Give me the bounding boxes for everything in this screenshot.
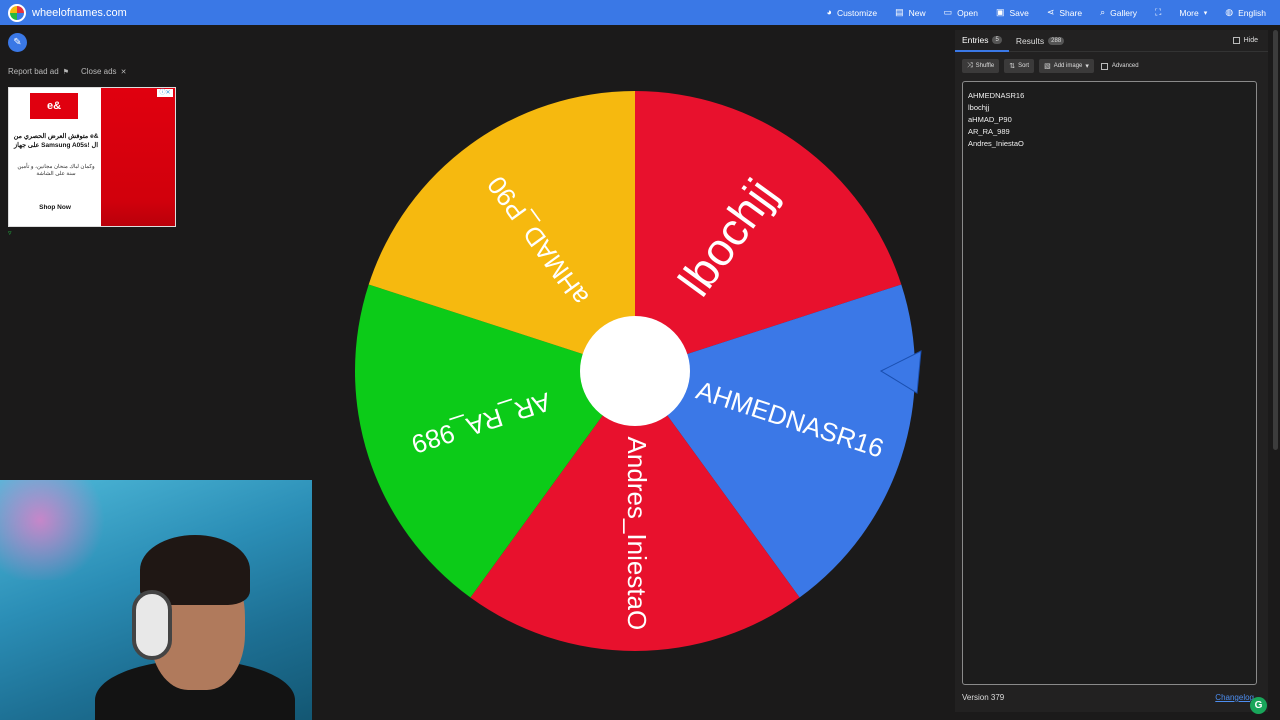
site-name: wheelofnames.com — [32, 6, 127, 19]
wheel[interactable]: lbochjj AHMEDNASR16 Andres_IniestaO AR_RA_9… — [355, 90, 925, 660]
palette-icon: ◕ — [826, 7, 832, 17]
nav-fullscreen[interactable]: ⛶ — [1155, 8, 1161, 17]
tab-entries[interactable]: Entries 5 — [955, 30, 1009, 52]
ad-banner[interactable]: e& متوفش العرض الحصري من e& على جهاز Sam… — [8, 87, 176, 227]
pencil-icon: ✎ — [13, 37, 22, 48]
changelog-link[interactable]: Changelog — [1215, 693, 1254, 702]
ad-shop-now-button[interactable]: Shop Now — [9, 204, 101, 211]
top-bar: wheelofnames.com ◕ Customize ▤ New ▭ Open ▣… — [0, 0, 1280, 25]
nav-save[interactable]: ▣ Save — [996, 8, 1029, 18]
entry-line: lbochjj — [968, 103, 990, 112]
advanced-toggle[interactable]: Advanced — [1100, 62, 1139, 70]
webcam-overlay — [0, 480, 312, 720]
flag-icon: ⚑ — [62, 69, 69, 76]
fullscreen-icon: ⛶ — [1155, 7, 1162, 17]
page-scrollbar[interactable] — [1273, 30, 1278, 450]
shuffle-button[interactable]: ⤨ Shuffle — [962, 59, 1000, 73]
sort-button[interactable]: ⇅ Sort — [1004, 59, 1035, 73]
top-nav: ◕ Customize ▤ New ▭ Open ▣ Save ⋖ Share ⌕ Gall… — [827, 0, 1267, 25]
entry-line: aHMAD_P90 — [968, 115, 1012, 124]
nav-language[interactable]: ◍ English — [1225, 8, 1266, 18]
ad-logo: e& — [30, 93, 78, 119]
version-label: Version 379 — [962, 693, 1005, 702]
wheel-hub[interactable] — [580, 316, 690, 426]
panel-tabs: Entries 5 Results 288 — [955, 30, 1268, 52]
nav-gallery[interactable]: ⌕ Gallery — [1100, 8, 1137, 18]
brand[interactable]: wheelofnames.com — [8, 3, 127, 22]
nav-new[interactable]: ▤ New — [895, 8, 926, 18]
ad-headline: متوفش العرض الحصري من e& على جهاز Samsun… — [13, 133, 99, 149]
nav-customize[interactable]: ◕ Customize — [827, 8, 878, 18]
webcam-edge — [312, 480, 330, 720]
report-bad-ad-link[interactable]: Report bad ad ⚑ — [8, 67, 69, 76]
ad-choices-icon[interactable]: ⓘ✕ — [157, 89, 173, 97]
file-icon: ▤ — [895, 7, 904, 17]
entries-count-badge: 5 — [992, 35, 1002, 44]
edit-button[interactable]: ✎ — [8, 33, 27, 52]
wheel-logo-icon — [8, 3, 26, 22]
entries-toolbar: ⤨ Shuffle ⇅ Sort ▧ Add image ▾ Advanced — [962, 59, 1139, 73]
folder-icon: ▭ — [943, 7, 953, 17]
grammarly-icon[interactable]: G — [1250, 697, 1267, 714]
search-icon: ⌕ — [1100, 7, 1106, 17]
hide-toggle[interactable]: Hide — [1232, 37, 1258, 44]
shuffle-icon: ⤨ — [967, 62, 973, 69]
share-icon: ⋖ — [1046, 7, 1055, 17]
entry-line: AHMEDNASR16 — [968, 91, 1025, 100]
ad-marker-icon: ▿ — [8, 230, 12, 237]
nav-share[interactable]: ⋖ Share — [1047, 8, 1082, 18]
close-ads-link[interactable]: Close ads ✕ — [81, 67, 126, 76]
image-icon: ▧ — [1044, 63, 1051, 70]
ad-subtext: وكمان لباك منحان مجانين، و تأمين سنة على… — [17, 164, 95, 177]
chevron-down-icon: ▾ — [1085, 63, 1089, 70]
ad-content: e& متوفش العرض الحصري من e& على جهاز Sam… — [9, 88, 101, 226]
hide-checkbox[interactable] — [1232, 37, 1240, 44]
ad-image — [101, 88, 175, 226]
close-icon: ✕ — [120, 69, 127, 76]
entry-line: Andres_IniestaO — [968, 139, 1024, 148]
nav-more[interactable]: More ▾ — [1179, 8, 1207, 18]
wheel-graphic[interactable]: lbochjjAHMEDNASR16Andres_IniestaOAR_RA_9… — [355, 90, 925, 660]
tab-results[interactable]: Results 288 — [1009, 30, 1071, 52]
results-count-badge: 288 — [1048, 36, 1065, 45]
entries-textarea[interactable]: AHMEDNASR16 lbochjj aHMAD_P90 AR_RA_989 … — [962, 81, 1257, 685]
webcam-light — [0, 480, 110, 580]
wheel-segment-label: Andres_IniestaO — [622, 437, 652, 631]
globe-icon: ◍ — [1225, 7, 1234, 17]
save-icon: ▣ — [995, 7, 1005, 17]
chevron-down-icon: ▾ — [1203, 9, 1208, 17]
entry-line: AR_RA_989 — [968, 127, 1010, 136]
ad-links: Report bad ad ⚑ Close ads ✕ — [8, 67, 126, 76]
headset-icon — [132, 590, 172, 660]
add-image-button[interactable]: ▧ Add image ▾ — [1039, 59, 1094, 73]
sort-icon: ⇅ — [1009, 63, 1016, 70]
advanced-checkbox[interactable] — [1100, 62, 1108, 70]
nav-open[interactable]: ▭ Open — [944, 8, 978, 18]
entries-panel: Entries 5 Results 288 Hide ⤨ Shuffle ⇅ Sor… — [955, 30, 1268, 712]
